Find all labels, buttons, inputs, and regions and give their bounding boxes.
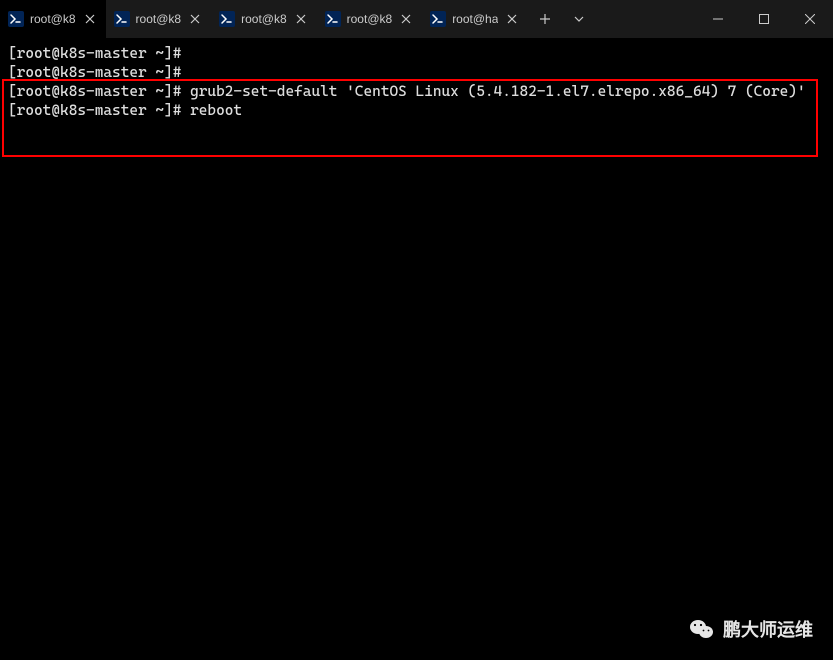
tab-close-button[interactable]	[187, 11, 203, 27]
tab-title: root@k8	[30, 12, 76, 26]
terminal-prompt: [root@k8s-master ~]#	[8, 64, 181, 81]
tab-2[interactable]: root@k8	[211, 0, 317, 38]
powershell-icon	[219, 11, 235, 27]
tab-1[interactable]: root@k8	[106, 0, 212, 38]
terminal-command: grub2-set-default 'CentOS Linux (5.4.182…	[190, 83, 806, 100]
tab-title: root@ha	[452, 12, 498, 26]
tab-bar: root@k8 root@k8	[0, 0, 596, 38]
tab-0[interactable]: root@k8	[0, 0, 106, 38]
window-controls	[695, 0, 833, 38]
terminal-content[interactable]: [root@k8s-master ~]# [root@k8s-master ~]…	[0, 38, 833, 126]
powershell-icon	[114, 11, 130, 27]
close-button[interactable]	[787, 0, 833, 38]
minimize-button[interactable]	[695, 0, 741, 38]
tab-title: root@k8	[241, 12, 287, 26]
powershell-icon	[8, 11, 24, 27]
terminal-prompt: [root@k8s-master ~]#	[8, 45, 181, 62]
terminal-prompt: [root@k8s-master ~]#	[8, 102, 181, 119]
maximize-button[interactable]	[741, 0, 787, 38]
tab-close-button[interactable]	[504, 11, 520, 27]
watermark: 鹏大师运维	[689, 616, 813, 642]
tab-4[interactable]: root@ha	[422, 0, 528, 38]
new-tab-button[interactable]	[528, 0, 562, 38]
terminal-command: reboot	[190, 102, 242, 119]
tab-title: root@k8	[136, 12, 182, 26]
powershell-icon	[430, 11, 446, 27]
powershell-icon	[325, 11, 341, 27]
watermark-text: 鹏大师运维	[723, 616, 813, 642]
tab-close-button[interactable]	[293, 11, 309, 27]
tab-close-button[interactable]	[82, 11, 98, 27]
tab-dropdown-button[interactable]	[562, 0, 596, 38]
wechat-icon	[689, 616, 715, 642]
terminal-prompt: [root@k8s-master ~]#	[8, 83, 181, 100]
tab-close-button[interactable]	[398, 11, 414, 27]
titlebar: root@k8 root@k8	[0, 0, 833, 38]
tab-3[interactable]: root@k8	[317, 0, 423, 38]
tab-title: root@k8	[347, 12, 393, 26]
